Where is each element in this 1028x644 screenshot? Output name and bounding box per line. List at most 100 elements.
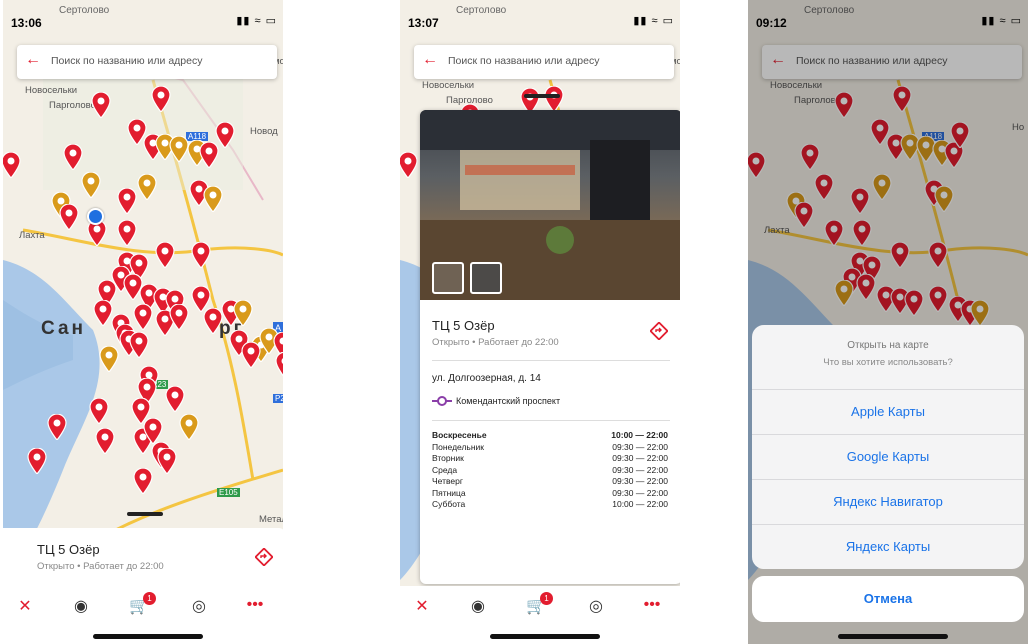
hours-time: 09:30 — 22:00	[612, 476, 668, 486]
map-pin-icon[interactable]	[117, 220, 137, 246]
action-sheet: Открыть на карте Что вы хотите использов…	[752, 325, 1024, 569]
action-sheet-title: Открыть на карте	[847, 340, 929, 351]
status-bar: 13:06 Сертолово ▮▮ ≈ ▭	[3, 0, 283, 36]
map-city-label: Сан	[41, 318, 86, 339]
search-bar[interactable]: ← Поиск по названию или адресу	[414, 45, 674, 79]
hours-row: Среда 09:30 — 22:00	[432, 465, 668, 477]
map-pin-icon[interactable]	[3, 152, 21, 178]
back-arrow-icon[interactable]: ←	[25, 51, 41, 69]
road-badge-e105: E105	[217, 488, 240, 497]
map-pin-icon[interactable]	[157, 448, 177, 474]
hours-day: Суббота	[432, 499, 466, 509]
map-pin-icon[interactable]: ◉	[466, 596, 490, 620]
hours-day: Воскресенье	[432, 430, 487, 440]
sheet-grabber[interactable]	[127, 512, 163, 516]
map-pin-icon[interactable]	[275, 352, 283, 378]
map-pin-icon[interactable]	[95, 428, 115, 454]
home-indicator	[490, 634, 600, 639]
status-time: 13:07	[408, 16, 439, 30]
map-pin-icon[interactable]	[91, 92, 111, 118]
map-pin-icon[interactable]	[89, 398, 109, 424]
hours-day: Вторник	[432, 453, 464, 463]
map-pin-icon[interactable]	[81, 172, 101, 198]
user-location-dot	[87, 208, 104, 225]
map-pin-icon[interactable]	[137, 174, 157, 200]
opening-hours: Воскресенье 10:00 — 22:00 Понедельник 09:30…	[432, 430, 668, 511]
more-icon[interactable]: •••	[640, 596, 664, 620]
map-pin-icon[interactable]	[99, 346, 119, 372]
option-yandex-maps[interactable]: Яндекс Карты	[752, 524, 1024, 569]
place-detail-panel: ТЦ 5 Озёр Открыто • Работает до 22:00 ул…	[420, 110, 680, 584]
hours-day: Четверг	[432, 476, 463, 486]
signal-wifi-battery-icon: ▮▮ ≈ ▭	[236, 15, 277, 27]
map-pin-icon[interactable]	[400, 152, 418, 178]
photo-thumbnail[interactable]	[470, 262, 502, 294]
map-pin-icon[interactable]: ◉	[69, 596, 93, 620]
hours-time: 09:30 — 22:00	[612, 464, 668, 475]
map-label-sertolovo: Сертолово	[59, 5, 110, 16]
map-pin-icon[interactable]	[169, 304, 189, 330]
map-pin-icon[interactable]	[241, 342, 261, 368]
map-label-novoselki: Новосельки	[25, 85, 78, 96]
map-pin-icon[interactable]	[133, 304, 153, 330]
place-card[interactable]: ТЦ 5 Озёр Открыто • Работает до 22:00	[3, 528, 283, 586]
cutlery-icon[interactable]: ✕	[13, 596, 37, 620]
option-yandex-navigator[interactable]: Яндекс Навигатор	[752, 479, 1024, 524]
hours-row: Вторник 09:30 — 22:00	[432, 453, 668, 465]
place-title: ТЦ 5 Озёр	[432, 318, 495, 333]
map-pin-icon[interactable]	[155, 242, 175, 268]
map-pin-icon[interactable]	[63, 144, 83, 170]
status-bar: 13:07 Сертолово ▮▮ ≈ ▭	[400, 0, 680, 36]
map-pin-icon[interactable]	[233, 300, 253, 326]
map-pin-icon[interactable]	[129, 332, 149, 358]
map-pin-icon[interactable]	[544, 86, 564, 112]
map-pin-icon[interactable]	[27, 448, 47, 474]
map-pin-icon[interactable]	[47, 414, 67, 440]
search-bar[interactable]: ← Поиск по названию или адресу	[17, 45, 277, 79]
hours-time: 09:30 — 22:00	[612, 441, 668, 452]
map-pin-icon[interactable]	[93, 300, 113, 326]
hours-row: Воскресенье 10:00 — 22:00	[432, 430, 668, 442]
back-arrow-icon[interactable]: ←	[422, 51, 438, 69]
map-pin-icon[interactable]	[203, 186, 223, 212]
hours-day: Среда	[432, 464, 458, 475]
cart-icon[interactable]: 🛒 1	[127, 592, 156, 620]
map-pin-icon[interactable]	[59, 204, 79, 230]
route-icon[interactable]	[650, 322, 668, 340]
screen-open-in-maps: Новосельки Парголово Лахта A118 Но 09:12…	[748, 0, 1028, 644]
option-apple-maps[interactable]: Apple Карты	[752, 389, 1024, 434]
map-pin-icon[interactable]	[151, 86, 171, 112]
map-pin-icon[interactable]	[215, 122, 235, 148]
more-icon[interactable]: •••	[243, 596, 267, 620]
map-pin-icon[interactable]	[203, 308, 223, 334]
map-pin-icon[interactable]	[191, 242, 211, 268]
map-pin-icon[interactable]	[169, 136, 189, 162]
map-pin-icon[interactable]	[143, 418, 163, 444]
cart-icon[interactable]: 🛒 1	[524, 592, 553, 620]
metro-icon	[432, 396, 452, 406]
cutlery-icon[interactable]: ✕	[410, 596, 434, 620]
home-indicator	[838, 634, 948, 639]
screen-map: Новосельки Парголово Лахта A118 Новод Ме…	[3, 0, 283, 644]
profile-icon[interactable]: ◎	[187, 596, 211, 620]
place-status: Открыто • Работает до 22:00	[37, 561, 164, 572]
place-status: Открыто • Работает до 22:00	[432, 337, 559, 348]
hours-time: 09:30 — 22:00	[612, 487, 668, 498]
cancel-button[interactable]: Отмена	[752, 576, 1024, 622]
route-icon[interactable]	[255, 548, 273, 566]
option-google-maps[interactable]: Google Карты	[752, 434, 1024, 479]
map-label-sertolovo: Сертолово	[456, 5, 507, 16]
search-placeholder: Поиск по названию или адресу	[51, 55, 203, 67]
hours-day: Пятница	[432, 487, 466, 498]
cart-badge: 1	[143, 592, 156, 605]
action-sheet-subtitle: Что вы хотите использовать?	[823, 357, 953, 368]
map-pin-icon[interactable]	[179, 414, 199, 440]
map-pin-icon[interactable]	[133, 468, 153, 494]
map-pin-icon[interactable]	[117, 188, 137, 214]
profile-icon[interactable]: ◎	[584, 596, 608, 620]
map-pin-icon[interactable]	[165, 386, 185, 412]
photo-thumbnail[interactable]	[432, 262, 464, 294]
status-time: 13:06	[11, 16, 42, 30]
sheet-grabber[interactable]	[524, 94, 560, 98]
map-label-novoselki: Новосельки	[422, 80, 475, 91]
